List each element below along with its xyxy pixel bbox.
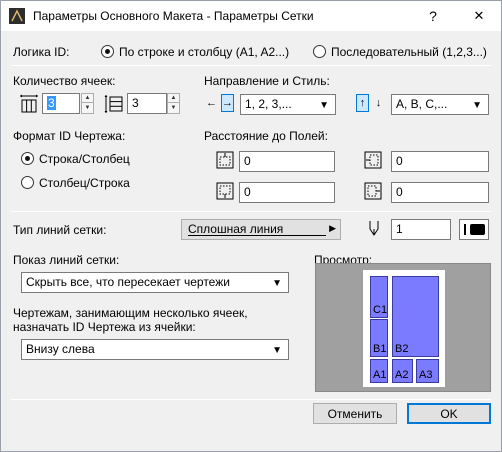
direction-right-button[interactable]: → [221,94,234,112]
vertical-style-value: A, B, C,... [396,97,448,111]
horizontal-cells-icon [20,94,38,113]
ok-button[interactable]: OK [407,403,491,424]
id-format-label: Формат ID Чертежа: [13,129,126,143]
logic-row-col-label[interactable]: По строке и столбцу (A1, A2...) [119,45,289,59]
preview-cell-a2: A2 [392,359,413,383]
show-lines-label: Показ линий сетки: [13,253,120,267]
preview-cell-a3: A3 [416,359,439,383]
pen-number-input[interactable]: 1 [391,219,451,240]
chevron-down-icon: ▼ [272,345,282,356]
pen-color-swatch[interactable] [459,219,489,240]
chevron-right-icon: ▶ [329,223,336,233]
separator [11,211,491,212]
multi-cell-label-line1: Чертежам, занимающим несколько ячеек, [13,306,248,320]
line-sample [188,235,326,236]
show-lines-value: Скрыть все, что пересекает чертежи [26,275,230,289]
multi-cell-label-line2: назначать ID Чертежа из ячейки: [13,320,196,334]
multi-cell-value: Внизу слева [26,342,95,356]
horizontal-style-dropdown[interactable]: 1, 2, 3,... ▼ [240,94,336,115]
vertical-cells-input[interactable]: 3 [127,93,167,114]
margins-label: Расстояние до Полей: [204,129,328,143]
direction-style-label: Направление и Стиль: [204,74,330,88]
preview-panel: C1 B1 B2 A1 A2 A3 [315,263,491,392]
pen-swatch-bar [464,224,466,235]
margin-right-input[interactable]: 0 [391,182,489,203]
horizontal-cells-stepper[interactable]: ▲ ▼ [81,93,94,114]
margin-left-icon [364,151,382,169]
horizontal-style-value: 1, 2, 3,... [245,97,292,111]
logic-id-label: Логика ID: [13,45,70,59]
pen-swatch-fill [470,224,485,235]
chevron-down-icon: ▼ [472,100,482,111]
vertical-cells-icon [104,95,123,113]
horizontal-cells-input[interactable]: 3 [42,93,80,114]
id-format-row-col-label[interactable]: Строка/Столбец [39,152,130,166]
margin-top-icon [216,151,234,169]
logic-sequential-radio[interactable] [313,45,326,58]
margin-bottom-icon [216,182,234,200]
separator [11,399,491,400]
logic-sequential-label[interactable]: Последовательный (1,2,3...) [331,45,487,59]
logic-row-col-radio[interactable] [101,45,114,58]
vertical-style-dropdown[interactable]: A, B, C,... ▼ [391,94,489,115]
chevron-down-icon: ▼ [319,100,329,111]
close-button[interactable]: ✕ [457,1,501,31]
preview-cell-b1: B1 [370,319,388,357]
preview-cell-b2: B2 [392,276,439,357]
app-icon [9,8,25,24]
margin-left-input[interactable]: 0 [391,151,489,172]
dialog-window: Параметры Основного Макета - Параметры С… [0,0,502,452]
line-type-value: Сплошная линия [188,222,284,236]
show-lines-dropdown[interactable]: Скрыть все, что пересекает чертежи ▼ [21,272,289,293]
preview-cell-a1: A1 [370,359,388,383]
id-format-col-row-label[interactable]: Столбец/Строка [39,176,130,190]
chevron-down-icon: ▼ [272,278,282,289]
cancel-button[interactable]: Отменить [313,403,397,424]
direction-left-button[interactable]: ← [205,94,218,112]
direction-down-button[interactable]: ↓ [372,94,385,112]
line-type-selector[interactable]: Сплошная линия ▶ [181,219,341,240]
vertical-cells-stepper[interactable]: ▲ ▼ [167,93,180,114]
line-type-label: Тип линий сетки: [13,223,107,237]
direction-up-button[interactable]: ↑ [356,94,369,112]
cell-count-label: Количество ячеек: [13,74,116,88]
margin-top-input[interactable]: 0 [239,151,335,172]
separator [11,65,491,66]
id-format-row-col-radio[interactable] [21,152,34,165]
window-title: Параметры Основного Макета - Параметры С… [33,9,314,23]
margin-right-icon [364,182,382,200]
preview-sheet: C1 B1 B2 A1 A2 A3 [363,270,445,387]
help-button[interactable]: ? [411,1,455,31]
preview-cell-c1: C1 [370,276,388,318]
id-format-col-row-radio[interactable] [21,176,34,189]
margin-bottom-input[interactable]: 0 [239,182,335,203]
multi-cell-dropdown[interactable]: Внизу слева ▼ [21,339,289,360]
pen-icon [369,221,379,236]
title-bar: Параметры Основного Макета - Параметры С… [1,1,501,31]
